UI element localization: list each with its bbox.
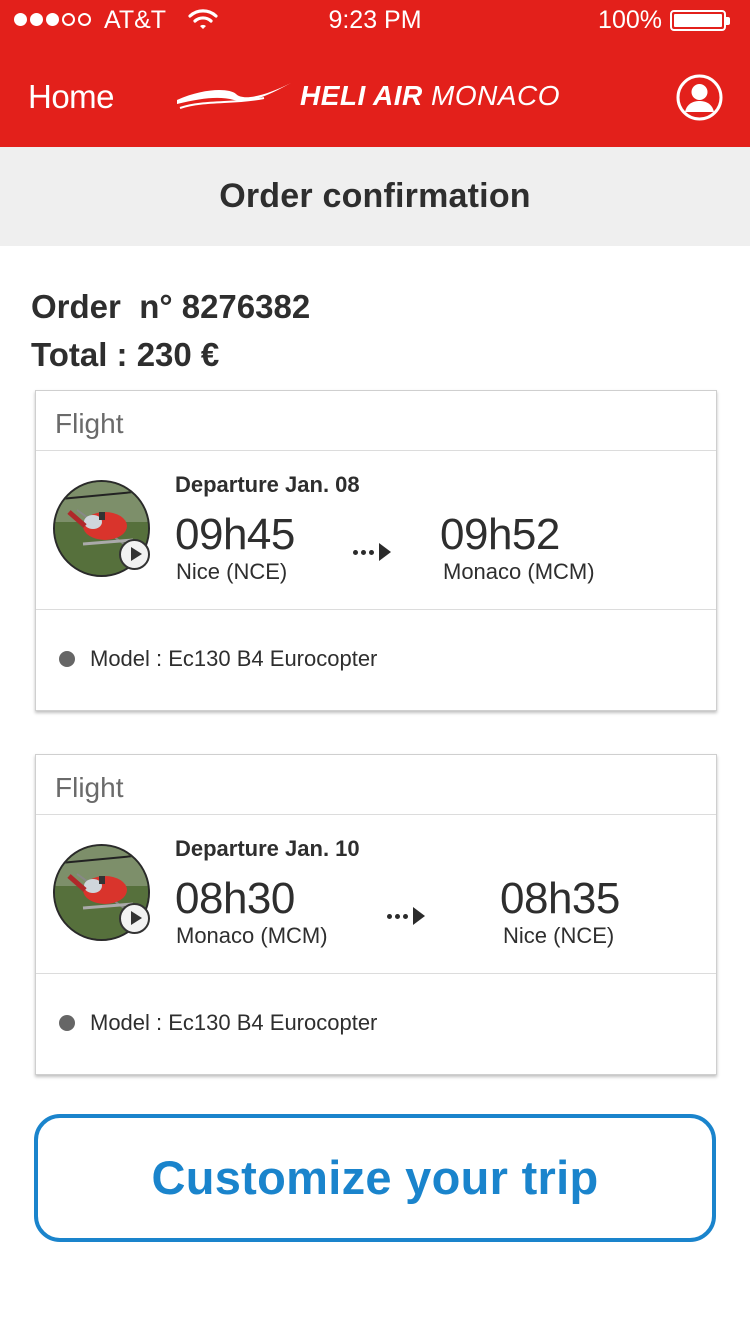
user-profile-icon[interactable] [676,74,723,121]
bullet-icon [59,1015,75,1031]
departure-time: 09h45 [175,510,295,559]
battery-percentage: 100% [598,6,662,34]
departure-date: Departure Jan. 08 [175,472,360,497]
customize-trip-button[interactable]: Customize your trip [34,1114,716,1242]
brand-logo: HELI AIR MONACO [300,80,560,112]
arrival-time: 08h35 [500,874,620,923]
flight-card-footer: Model : Ec130 B4 Eurocopter [36,974,716,1074]
flight-card-body: Departure Jan. 10 08h30 Monaco (MCM) 08h… [36,815,716,974]
status-bar: AT&T 9:23 PM 100% [0,0,750,40]
route-arrow-icon [387,907,425,925]
flight-card: Flight Departure Jan. 10 08h30 Monaco (M… [35,754,717,1075]
order-number: Order n° 8276382 [31,288,311,325]
play-video-icon[interactable] [119,903,150,934]
route-arrow-icon [353,543,391,561]
flight-card-header: Flight [36,391,716,451]
brand-logo-swoosh-icon [177,83,291,109]
arrival-place: Monaco (MCM) [443,559,595,584]
battery-icon [670,10,730,31]
aircraft-model: Model : Ec130 B4 Eurocopter [90,1010,378,1035]
home-link[interactable]: Home [28,78,115,116]
departure-place: Nice (NCE) [176,559,288,584]
departure-date: Departure Jan. 10 [175,836,360,861]
departure-time: 08h30 [175,874,295,923]
arrival-time: 09h52 [440,510,560,559]
app-top-bar: AT&T 9:23 PM 100% Home HELI AIR MONACO [0,0,750,147]
play-video-icon[interactable] [119,539,150,570]
arrival-place: Nice (NCE) [503,923,615,948]
aircraft-model: Model : Ec130 B4 Eurocopter [90,646,378,671]
page-title: Order confirmation [0,147,750,246]
flight-card-body: Departure Jan. 08 09h45 Nice (NCE) 09h52… [36,451,716,610]
flight-card-header: Flight [36,755,716,815]
flight-card: Flight Departure Jan. 08 09h45 Nice (NCE… [35,390,717,711]
brand-name-light: MONACO [431,80,561,111]
bullet-icon [59,651,75,667]
order-total: Total : 230 € [31,336,220,373]
flight-card-footer: Model : Ec130 B4 Eurocopter [36,610,716,710]
brand-name-bold: HELI AIR [300,80,423,111]
departure-place: Monaco (MCM) [176,923,328,948]
